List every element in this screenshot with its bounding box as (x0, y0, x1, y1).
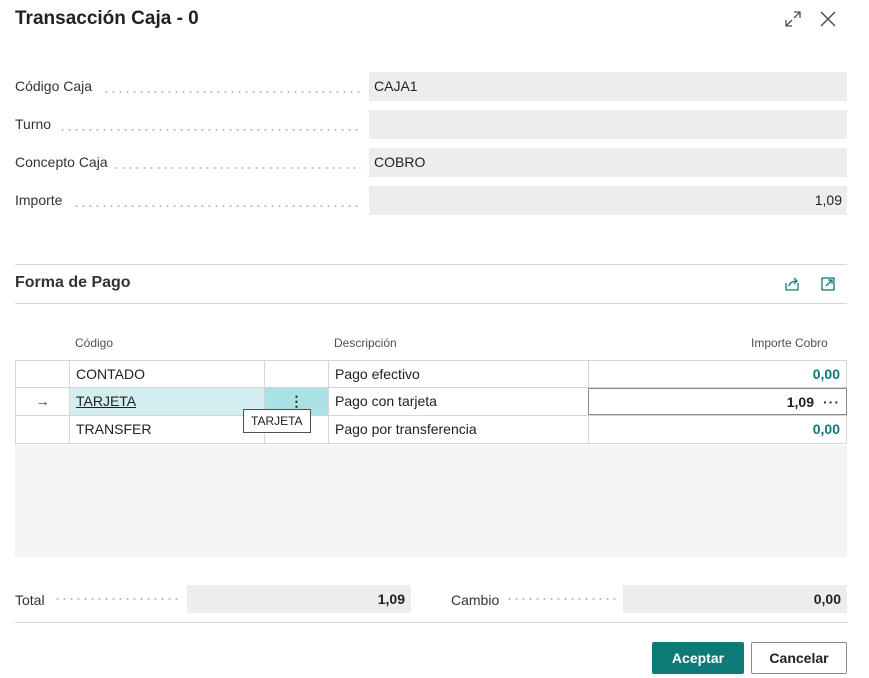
cambio-label: Cambio (451, 592, 500, 608)
row-indicator (15, 361, 69, 388)
descripcion-cell: Pago con tarjeta (328, 388, 588, 415)
accept-button[interactable]: Aceptar (652, 642, 744, 674)
payment-grid: CONTADO Pago efectivo 0,00 → TARJETA ⋮ P… (15, 360, 847, 444)
field-leader (506, 598, 616, 600)
descripcion-cell: Pago por transferencia (328, 416, 588, 443)
total-label: Total (15, 592, 45, 608)
section-divider (15, 264, 847, 265)
codigo-caja-input[interactable]: CAJA1 (369, 72, 847, 101)
section-title: Forma de Pago (15, 274, 131, 291)
concepto-caja-input[interactable]: COBRO (369, 148, 847, 177)
field-label: Turno (15, 116, 52, 132)
field-leader (113, 167, 361, 169)
section-divider (15, 303, 847, 304)
field-leader (54, 598, 180, 600)
importe-cobro-cell[interactable]: 0,00 (588, 416, 847, 443)
arrow-right-icon: → (15, 388, 69, 415)
expand-icon[interactable] (781, 8, 805, 30)
field-leader (73, 205, 361, 207)
tooltip: TARJETA (243, 409, 311, 433)
table-row[interactable]: → TARJETA ⋮ Pago con tarjeta 1,09 ··· (15, 388, 847, 416)
turno-input[interactable] (369, 110, 847, 139)
descripcion-cell: Pago efectivo (328, 361, 588, 388)
field-leader (103, 91, 361, 93)
field-turno: Turno (15, 110, 847, 139)
share-icon[interactable] (782, 274, 802, 294)
cancel-button[interactable]: Cancelar (751, 642, 847, 674)
cambio-value: 0,00 (623, 585, 847, 613)
field-label: Código Caja (15, 78, 93, 94)
importe-cobro-input[interactable]: 1,09 ··· (588, 388, 847, 415)
codigo-link[interactable]: TARJETA (76, 393, 136, 409)
field-label: Importe (15, 192, 63, 208)
codigo-cell[interactable]: CONTADO (69, 361, 264, 388)
table-row[interactable]: CONTADO Pago efectivo 0,00 (15, 360, 847, 388)
row-menu-cell[interactable] (264, 361, 328, 388)
codigo-cell[interactable]: TRANSFER (69, 416, 264, 443)
row-indicator (15, 416, 69, 443)
importe-input[interactable]: 1,09 (369, 186, 847, 215)
column-header-descripcion[interactable]: Descripción (334, 336, 397, 350)
open-in-new-icon[interactable] (818, 274, 838, 294)
footer-divider (15, 622, 847, 623)
grid-empty-area (15, 445, 847, 557)
field-importe: Importe 1,09 (15, 186, 847, 215)
importe-cobro-cell[interactable]: 0,00 (588, 361, 847, 388)
dialog-title: Transacción Caja - 0 (15, 8, 199, 29)
field-codigo-caja: Código Caja CAJA1 (15, 72, 847, 101)
field-label: Concepto Caja (15, 154, 108, 170)
total-value: 1,09 (187, 585, 411, 613)
column-header-importe-cobro[interactable]: Importe Cobro (751, 336, 828, 350)
close-icon[interactable] (816, 8, 840, 30)
codigo-cell[interactable]: TARJETA (69, 388, 264, 415)
column-header-codigo[interactable]: Código (75, 336, 113, 350)
more-options-icon[interactable]: ··· (823, 389, 840, 416)
table-row[interactable]: TRANSFER Pago por transferencia 0,00 (15, 416, 847, 444)
field-leader (59, 129, 361, 131)
field-concepto-caja: Concepto Caja COBRO (15, 148, 847, 177)
importe-cobro-value[interactable]: 1,09 (787, 394, 814, 410)
